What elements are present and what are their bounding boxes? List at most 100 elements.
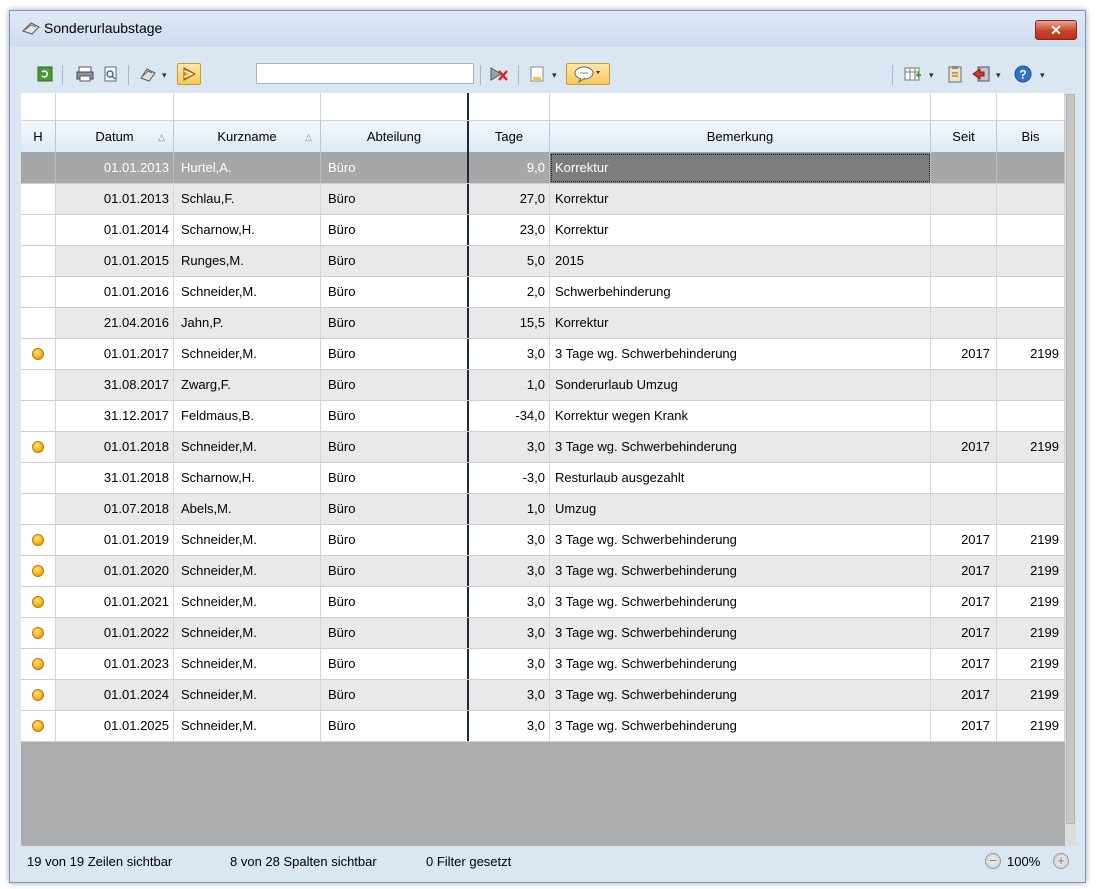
cell-abteilung[interactable]: Büro: [321, 525, 469, 555]
cell-bemerkung[interactable]: Korrektur: [550, 308, 931, 338]
vertical-scrollbar[interactable]: [1065, 93, 1076, 846]
cell-bemerkung[interactable]: Korrektur: [550, 153, 931, 183]
cell-tage[interactable]: 23,0: [469, 215, 550, 245]
table-row[interactable]: 31.12.2017 Feldmaus,B. Büro -34,0 Korrektur …: [21, 401, 1065, 432]
cell-datum[interactable]: 21.04.2016: [56, 308, 174, 338]
cell-bis[interactable]: [997, 184, 1065, 214]
column-layout-icon[interactable]: [902, 63, 924, 85]
cell-tage[interactable]: 3,0: [469, 556, 550, 586]
cell-h[interactable]: [21, 215, 56, 245]
close-button[interactable]: ✕: [1035, 20, 1077, 40]
cell-h[interactable]: [21, 401, 56, 431]
cell-abteilung[interactable]: Büro: [321, 153, 469, 183]
table-row[interactable]: 01.01.2015 Runges,M. Büro 5,0 2015: [21, 246, 1065, 277]
table-row[interactable]: 01.01.2022 Schneider,M. Büro 3,0 3 Tage wg. …: [21, 618, 1065, 649]
cell-kurzname[interactable]: Schneider,M.: [174, 277, 321, 307]
cell-kurzname[interactable]: Schneider,M.: [174, 587, 321, 617]
cell-seit[interactable]: [931, 463, 997, 493]
filter-cell-kurzname[interactable]: [174, 93, 321, 120]
print-preview-icon[interactable]: [100, 63, 122, 85]
column-header-seit[interactable]: Seit: [931, 121, 997, 153]
table-row[interactable]: 01.01.2016 Schneider,M. Büro 2,0 Schwerbehin…: [21, 277, 1065, 308]
document-icon[interactable]: [526, 63, 548, 85]
clipboard-icon[interactable]: [944, 63, 966, 85]
clear-filter-icon[interactable]: [488, 63, 510, 85]
cell-kurzname[interactable]: Schneider,M.: [174, 339, 321, 369]
cell-abteilung[interactable]: Büro: [321, 649, 469, 679]
cell-h[interactable]: [21, 339, 56, 369]
cell-datum[interactable]: 01.01.2013: [56, 184, 174, 214]
cell-abteilung[interactable]: Büro: [321, 277, 469, 307]
cell-seit[interactable]: 2017: [931, 432, 997, 462]
cell-abteilung[interactable]: Büro: [321, 680, 469, 710]
filter-cell-tage[interactable]: [469, 93, 550, 120]
cell-seit[interactable]: 2017: [931, 618, 997, 648]
cell-seit[interactable]: [931, 153, 997, 183]
filter-cell-seit[interactable]: [931, 93, 997, 120]
cell-tage[interactable]: 3,0: [469, 711, 550, 741]
cell-tage[interactable]: 3,0: [469, 432, 550, 462]
print-icon[interactable]: [74, 63, 96, 85]
cell-datum[interactable]: 01.01.2021: [56, 587, 174, 617]
cell-datum[interactable]: 01.01.2016: [56, 277, 174, 307]
cell-datum[interactable]: 01.01.2018: [56, 432, 174, 462]
cell-kurzname[interactable]: Schneider,M.: [174, 680, 321, 710]
exit-dropdown-arrow[interactable]: ▾: [996, 70, 1001, 81]
comment-icon[interactable]: [566, 63, 610, 85]
cell-h[interactable]: [21, 432, 56, 462]
table-row[interactable]: 01.01.2013 Schlau,F. Büro 27,0 Korrektur: [21, 184, 1065, 215]
cell-bemerkung[interactable]: 3 Tage wg. Schwerbehinderung: [550, 587, 931, 617]
cell-bis[interactable]: [997, 463, 1065, 493]
search-input[interactable]: [256, 63, 474, 84]
cell-abteilung[interactable]: Büro: [321, 246, 469, 276]
cell-bemerkung[interactable]: 3 Tage wg. Schwerbehinderung: [550, 649, 931, 679]
cell-bis[interactable]: [997, 277, 1065, 307]
help-icon[interactable]: ?: [1012, 63, 1034, 85]
column-header-kurzname[interactable]: Kurzname △: [174, 121, 321, 153]
column-header-tage[interactable]: Tage: [469, 121, 550, 153]
cell-bis[interactable]: [997, 401, 1065, 431]
cell-kurzname[interactable]: Schlau,F.: [174, 184, 321, 214]
cell-h[interactable]: [21, 556, 56, 586]
cell-bemerkung[interactable]: Korrektur: [550, 215, 931, 245]
cell-h[interactable]: [21, 308, 56, 338]
table-row[interactable]: 01.01.2024 Schneider,M. Büro 3,0 3 Tage wg. …: [21, 680, 1065, 711]
cell-bis[interactable]: 2199: [997, 556, 1065, 586]
cell-bis[interactable]: [997, 494, 1065, 524]
cell-seit[interactable]: 2017: [931, 556, 997, 586]
table-row[interactable]: 01.01.2023 Schneider,M. Büro 3,0 3 Tage wg. …: [21, 649, 1065, 680]
cell-seit[interactable]: 2017: [931, 680, 997, 710]
cell-abteilung[interactable]: Büro: [321, 432, 469, 462]
cell-bis[interactable]: [997, 308, 1065, 338]
cell-seit[interactable]: [931, 401, 997, 431]
cell-kurzname[interactable]: Hurtel,A.: [174, 153, 321, 183]
cell-h[interactable]: [21, 184, 56, 214]
cell-h[interactable]: [21, 153, 56, 183]
cell-tage[interactable]: 3,0: [469, 587, 550, 617]
cell-datum[interactable]: 31.01.2018: [56, 463, 174, 493]
cell-bemerkung[interactable]: 3 Tage wg. Schwerbehinderung: [550, 525, 931, 555]
cell-bis[interactable]: 2199: [997, 711, 1065, 741]
cell-bemerkung[interactable]: 2015: [550, 246, 931, 276]
export-icon[interactable]: [138, 63, 160, 85]
cell-datum[interactable]: 01.01.2014: [56, 215, 174, 245]
cell-abteilung[interactable]: Büro: [321, 215, 469, 245]
cell-datum[interactable]: 01.01.2013: [56, 153, 174, 183]
column-header-abteilung[interactable]: Abteilung: [321, 121, 469, 153]
cell-tage[interactable]: -34,0: [469, 401, 550, 431]
cell-datum[interactable]: 01.01.2017: [56, 339, 174, 369]
cell-datum[interactable]: 01.01.2015: [56, 246, 174, 276]
cell-bemerkung[interactable]: Korrektur wegen Krank: [550, 401, 931, 431]
cell-datum[interactable]: 01.01.2024: [56, 680, 174, 710]
cell-kurzname[interactable]: Jahn,P.: [174, 308, 321, 338]
table-row[interactable]: 01.07.2018 Abels,M. Büro 1,0 Umzug: [21, 494, 1065, 525]
cell-seit[interactable]: 2017: [931, 525, 997, 555]
zoom-in-icon[interactable]: +: [1053, 853, 1069, 869]
cell-abteilung[interactable]: Büro: [321, 587, 469, 617]
cell-datum[interactable]: 31.08.2017: [56, 370, 174, 400]
column-dropdown-arrow[interactable]: ▾: [929, 70, 934, 81]
cell-tage[interactable]: 1,0: [469, 370, 550, 400]
cell-bemerkung[interactable]: 3 Tage wg. Schwerbehinderung: [550, 618, 931, 648]
cell-datum[interactable]: 01.01.2022: [56, 618, 174, 648]
cell-h[interactable]: [21, 277, 56, 307]
